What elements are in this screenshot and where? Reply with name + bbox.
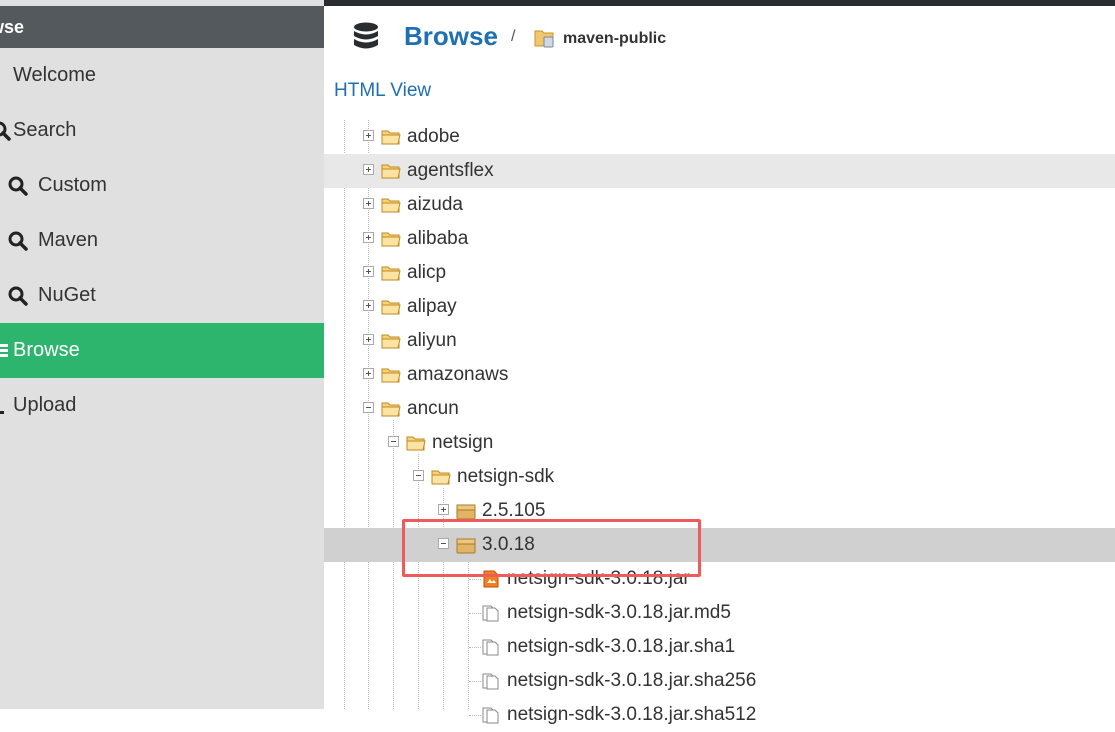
folder-icon [381, 368, 401, 383]
folder-icon [381, 300, 401, 315]
tree-node-netsign-sdk[interactable]: netsign-sdk [324, 460, 1115, 494]
sidebar-item-label: Custom [38, 174, 107, 196]
browse-icon [0, 344, 8, 357]
repository-icon [534, 30, 554, 48]
expand-toggle[interactable] [363, 334, 374, 345]
folder-icon [381, 232, 401, 247]
tree-node-label: agentsflex [407, 160, 494, 181]
sidebar-item-label: Maven [38, 229, 99, 251]
sidebar-item-label: Search [13, 119, 77, 141]
sidebar-item-browse[interactable]: Browse [0, 323, 324, 378]
sidebar-item-maven[interactable]: Maven [0, 213, 324, 268]
folder-icon [381, 334, 401, 349]
file-icon [482, 639, 499, 656]
tree-node-sha1-file[interactable]: netsign-sdk-3.0.18.jar.sha1 [324, 630, 1115, 664]
tree-node-label: adobe [407, 126, 460, 147]
collapse-toggle[interactable] [413, 470, 424, 481]
expand-toggle[interactable] [438, 504, 449, 515]
sidebar: wse Welcome Search Custom Maven NuGet [0, 0, 324, 709]
tree-node-aliyun[interactable]: aliyun [324, 324, 1115, 358]
tree-node-agentsflex[interactable]: agentsflex [324, 154, 1115, 188]
collapse-toggle[interactable] [363, 402, 374, 413]
expand-toggle[interactable] [363, 164, 374, 175]
folder-open-icon [406, 436, 426, 451]
search-icon [0, 121, 11, 141]
sidebar-item-welcome[interactable]: Welcome [0, 48, 324, 103]
expand-toggle[interactable] [363, 368, 374, 379]
file-icon [482, 605, 499, 622]
tree-connector [469, 613, 481, 614]
search-icon [8, 231, 28, 251]
expand-toggle[interactable] [363, 130, 374, 141]
tree-node-label: ancun [407, 398, 459, 419]
tree-node-label: amazonaws [407, 364, 509, 385]
database-icon [354, 22, 378, 49]
tree-node-alibaba[interactable]: alibaba [324, 222, 1115, 256]
annotation-highlight-box [402, 519, 701, 577]
folder-icon [381, 266, 401, 281]
tree-connector [469, 579, 481, 580]
sidebar-header-label: wse [0, 17, 25, 37]
page-title: Browse [404, 21, 498, 51]
tree-node-alicp[interactable]: alicp [324, 256, 1115, 290]
tree-connector [469, 715, 481, 716]
sidebar-item-label: Upload [13, 394, 77, 416]
html-view-link[interactable]: HTML View [334, 80, 431, 102]
expand-toggle[interactable] [363, 198, 374, 209]
tree-node-amazonaws[interactable]: amazonaws [324, 358, 1115, 392]
tree-node-aizuda[interactable]: aizuda [324, 188, 1115, 222]
tree-node-adobe[interactable]: adobe [324, 120, 1115, 154]
tree-node-label: alibaba [407, 228, 469, 249]
tree-node-netsign[interactable]: netsign [324, 426, 1115, 460]
sidebar-item-label: Browse [13, 339, 80, 361]
tree-node-sha256-file[interactable]: netsign-sdk-3.0.18.jar.sha256 [324, 664, 1115, 698]
upload-icon [0, 411, 4, 414]
expand-toggle[interactable] [363, 266, 374, 277]
tree-node-label: netsign-sdk-3.0.18.jar.sha1 [507, 636, 736, 657]
collapse-toggle[interactable] [388, 436, 399, 447]
tree-node-alipay[interactable]: alipay [324, 290, 1115, 324]
expand-toggle[interactable] [363, 300, 374, 311]
tree-node-label: alicp [407, 262, 447, 283]
sidebar-item-nuget[interactable]: NuGet [0, 268, 324, 323]
sidebar-header: wse [0, 6, 324, 48]
search-icon [8, 176, 28, 196]
sidebar-item-upload[interactable]: Upload [0, 378, 324, 433]
tree-node-label: alipay [407, 296, 457, 317]
breadcrumb-repository[interactable]: maven-public [563, 30, 666, 48]
expand-toggle[interactable] [363, 232, 374, 243]
repository-tree: adobe agentsflex aizuda alibaba alicp al… [324, 120, 1115, 725]
sidebar-item-custom[interactable]: Custom [0, 158, 324, 213]
search-icon [8, 286, 28, 306]
folder-icon [381, 164, 401, 179]
sidebar-item-search[interactable]: Search [0, 103, 324, 158]
sidebar-item-label: Welcome [13, 64, 96, 86]
tree-node-label: aliyun [407, 330, 457, 351]
tree-connector [469, 647, 481, 648]
sidebar-item-label: NuGet [38, 284, 96, 306]
tree-node-label: netsign-sdk [457, 466, 555, 487]
package-icon [456, 504, 476, 520]
folder-open-icon [431, 470, 451, 485]
tree-node-label: netsign [432, 432, 494, 453]
tree-node-label: netsign-sdk-3.0.18.jar.sha256 [507, 670, 757, 691]
tree-node-label: aizuda [407, 194, 463, 215]
folder-open-icon [381, 402, 401, 417]
tree-node-label: netsign-sdk-3.0.18.jar.md5 [507, 602, 731, 623]
tree-node-md5-file[interactable]: netsign-sdk-3.0.18.jar.md5 [324, 596, 1115, 630]
folder-icon [381, 130, 401, 145]
tree-node-sha512-file[interactable]: netsign-sdk-3.0.18.jar.sha512 [324, 698, 1115, 732]
breadcrumb-separator: / [511, 28, 516, 45]
file-icon [482, 673, 499, 690]
tree-node-ancun[interactable]: ancun [324, 392, 1115, 426]
folder-icon [381, 198, 401, 213]
tree-node-label: netsign-sdk-3.0.18.jar.sha512 [507, 704, 757, 725]
tree-connector [469, 681, 481, 682]
